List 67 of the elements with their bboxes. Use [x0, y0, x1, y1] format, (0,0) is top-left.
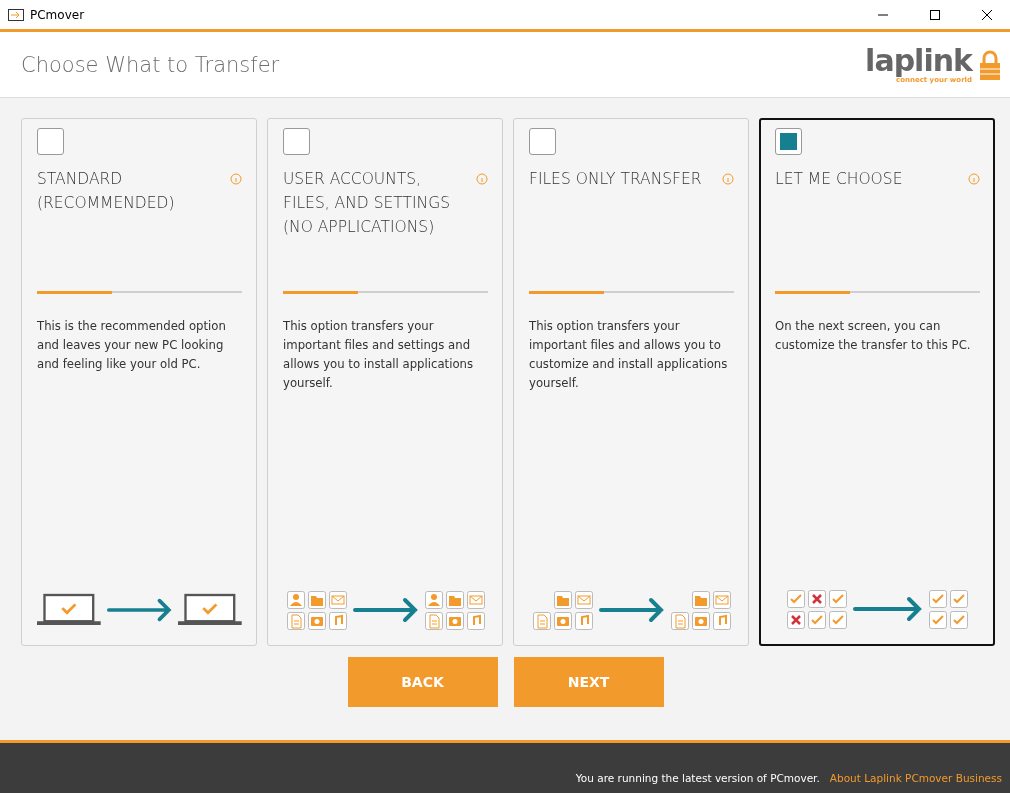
camera-icon — [553, 611, 572, 630]
info-icon[interactable] — [968, 173, 980, 185]
doc-icon — [286, 611, 305, 630]
cross-icon — [808, 589, 826, 608]
check-icon — [829, 589, 847, 608]
camera-icon — [307, 611, 326, 630]
doc-icon — [532, 611, 551, 630]
music-icon — [574, 611, 593, 630]
option-card[interactable]: LET ME CHOOSE On the next screen, you can customize the transfer to this PC. — [759, 118, 995, 646]
status-message: You are running the latest version of PCmover. — [575, 772, 820, 784]
option-title: USER ACCOUNTS, FILES, AND SETTINGS (NO APPLICATIONS) — [283, 169, 451, 238]
person-icon — [424, 590, 443, 609]
arrow-icon — [352, 597, 419, 623]
mail-icon — [712, 590, 731, 609]
laptop-icon — [37, 592, 101, 628]
folder-icon — [553, 590, 572, 609]
checkbox[interactable] — [37, 128, 64, 155]
mail-icon — [466, 590, 485, 609]
logo-text: laplink — [865, 45, 972, 76]
info-icon[interactable] — [230, 173, 242, 185]
arrow-icon — [598, 597, 665, 623]
music-icon — [712, 611, 731, 630]
check-icon — [950, 610, 968, 629]
option-card[interactable]: FILES ONLY TRANSFER This option transfers your important files and allows you to customize and install applications yourself. — [513, 118, 749, 646]
mail-icon — [574, 590, 593, 609]
camera-icon — [445, 611, 464, 630]
doc-icon — [424, 611, 443, 630]
check-icon — [929, 589, 947, 608]
app-icon — [8, 8, 24, 21]
checkbox[interactable] — [529, 128, 556, 155]
doc-icon — [670, 611, 689, 630]
option-title: STANDARD (RECOMMENDED) — [37, 169, 176, 214]
option-card[interactable]: USER ACCOUNTS, FILES, AND SETTINGS (NO APPLICATIONS) This option transfers your important files and settings and allows you to install applications yourself. — [267, 118, 503, 646]
option-title: LET ME CHOOSE — [775, 169, 904, 190]
option-card[interactable]: STANDARD (RECOMMENDED) This is the recommended option and leaves your new PC looking and feeling like your old PC. — [21, 118, 257, 646]
option-description: This option transfers your important files and settings and allows you to install applications yourself. — [283, 318, 475, 392]
folder-icon — [445, 590, 464, 609]
person-icon — [286, 590, 305, 609]
check-icon — [929, 610, 947, 629]
check-icon — [808, 610, 826, 629]
camera-icon — [691, 611, 710, 630]
option-description: This option transfers your important files and allows you to customize and install applications yourself. — [529, 318, 729, 392]
option-description: This is the recommended option and leaves your new PC looking and feeling like your old PC. — [37, 318, 227, 373]
info-icon[interactable] — [722, 173, 734, 185]
check-icon — [950, 589, 968, 608]
folder-icon — [691, 590, 710, 609]
music-icon — [328, 611, 347, 630]
laptop-icon — [178, 592, 242, 628]
info-icon[interactable] — [476, 173, 488, 185]
arrow-icon — [106, 597, 173, 623]
about-link[interactable]: About Laplink PCmover Business — [829, 772, 1002, 784]
page-title: Choose What to Transfer — [21, 52, 280, 77]
check-icon — [787, 589, 805, 608]
window-title: PCmover — [30, 7, 86, 22]
arrow-icon — [853, 596, 923, 622]
cross-icon — [787, 610, 805, 629]
mail-icon — [328, 590, 347, 609]
check-icon — [829, 610, 847, 629]
maximize-icon — [930, 9, 940, 20]
close-icon — [982, 9, 992, 20]
option-title: FILES ONLY TRANSFER — [529, 169, 703, 190]
folder-icon — [307, 590, 326, 609]
option-description: On the next screen, you can customize the transfer to this PC. — [775, 318, 972, 354]
checkbox[interactable] — [283, 128, 310, 155]
checkbox[interactable] — [775, 128, 802, 155]
padlock-icon — [980, 49, 1000, 80]
music-icon — [466, 611, 485, 630]
